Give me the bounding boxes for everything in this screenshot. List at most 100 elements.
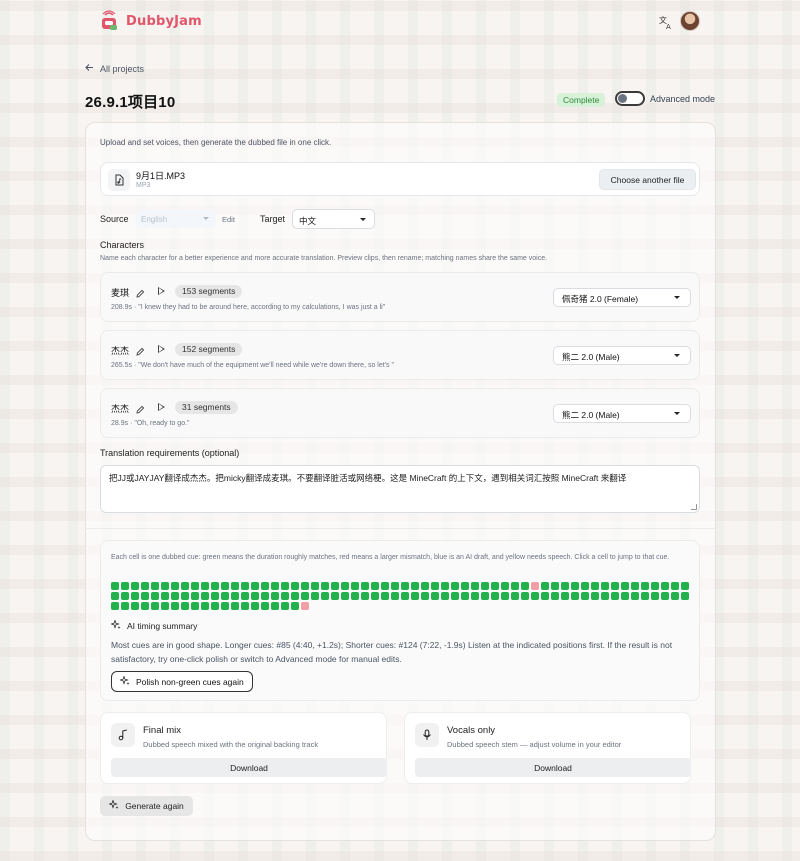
cue-cell[interactable] [291,592,299,600]
cue-cell[interactable] [321,592,329,600]
cue-cell[interactable] [481,592,489,600]
back-link[interactable]: All projects [85,63,144,74]
cue-cell[interactable] [171,582,179,590]
cue-cell[interactable] [271,602,279,610]
cue-cell[interactable] [411,582,419,590]
cue-cell[interactable] [281,592,289,600]
cue-cell[interactable] [371,582,379,590]
translate-icon[interactable]: 文 A [658,14,674,31]
cue-cell[interactable] [111,592,119,600]
cue-cell[interactable] [131,602,139,610]
cue-cell[interactable] [281,602,289,610]
cue-cell[interactable] [651,592,659,600]
cue-cell[interactable] [541,582,549,590]
cue-cell[interactable] [431,592,439,600]
cue-cell[interactable] [451,592,459,600]
cue-cell[interactable] [131,592,139,600]
cue-cell[interactable] [221,582,229,590]
cue-cell[interactable] [531,592,539,600]
cue-cell[interactable] [361,592,369,600]
cue-cell[interactable] [181,582,189,590]
cue-cell[interactable] [191,592,199,600]
generate-again-button[interactable]: Generate again [100,796,193,816]
cue-cell[interactable] [251,582,259,590]
cue-cell[interactable] [261,592,269,600]
source-language-select[interactable]: English [136,210,216,228]
cue-cell[interactable] [411,592,419,600]
cue-cell[interactable] [441,582,449,590]
cue-cell[interactable] [161,602,169,610]
cue-cell[interactable] [381,592,389,600]
cue-cell[interactable] [541,592,549,600]
cue-cell[interactable] [111,582,119,590]
cue-cell[interactable] [301,602,309,610]
cue-cell[interactable] [321,582,329,590]
cue-cell[interactable] [151,592,159,600]
cue-cell[interactable] [661,582,669,590]
cue-cell[interactable] [241,582,249,590]
cue-cell[interactable] [521,582,529,590]
cue-cell[interactable] [601,582,609,590]
cue-cell[interactable] [221,592,229,600]
cue-cell[interactable] [631,582,639,590]
cue-cell[interactable] [171,592,179,600]
cue-cell[interactable] [161,592,169,600]
cue-cell[interactable] [291,582,299,590]
cue-cell[interactable] [631,592,639,600]
cue-cell[interactable] [451,582,459,590]
resize-handle-icon[interactable] [691,504,697,510]
cue-cell[interactable] [461,592,469,600]
cue-cell[interactable] [471,582,479,590]
cue-cell[interactable] [271,582,279,590]
cue-cell[interactable] [271,592,279,600]
pencil-icon[interactable] [135,402,145,414]
logo[interactable]: DubbyJam [98,10,202,32]
cue-cell[interactable] [191,602,199,610]
cue-cell[interactable] [621,592,629,600]
pencil-icon[interactable] [135,344,145,356]
cue-cell[interactable] [161,582,169,590]
cue-cell[interactable] [351,582,359,590]
cue-cell[interactable] [231,602,239,610]
cue-cell[interactable] [141,592,149,600]
cue-cell[interactable] [671,582,679,590]
cue-cell[interactable] [621,582,629,590]
voice-select[interactable]: 佩奇猪 2.0 (Female) [553,288,691,307]
cue-cell[interactable] [531,582,539,590]
cue-cell[interactable] [611,582,619,590]
cue-cell[interactable] [511,582,519,590]
cue-cell[interactable] [251,602,259,610]
cue-cell[interactable] [681,582,689,590]
cue-cell[interactable] [191,582,199,590]
cue-cell[interactable] [241,602,249,610]
cue-cell[interactable] [501,582,509,590]
cue-cell[interactable] [391,592,399,600]
cue-cell[interactable] [211,582,219,590]
cue-cell[interactable] [391,582,399,590]
cue-cell[interactable] [351,592,359,600]
cue-cell[interactable] [641,582,649,590]
cue-cell[interactable] [641,592,649,600]
cue-cell[interactable] [491,592,499,600]
cue-cell[interactable] [141,582,149,590]
cue-cell[interactable] [461,582,469,590]
cue-cell[interactable] [141,602,149,610]
cue-cell[interactable] [491,582,499,590]
cue-cell[interactable] [361,582,369,590]
cue-cell[interactable] [471,592,479,600]
cue-cell[interactable] [521,592,529,600]
avatar[interactable] [680,11,700,31]
cue-cell[interactable] [331,592,339,600]
cue-cell[interactable] [661,592,669,600]
target-language-select[interactable]: 中文 [292,209,375,229]
play-icon[interactable] [158,287,165,295]
cue-cell[interactable] [441,592,449,600]
advanced-mode-toggle[interactable] [615,91,645,106]
cue-cell[interactable] [571,592,579,600]
cue-cell[interactable] [681,592,689,600]
cue-cell[interactable] [591,582,599,590]
cue-cell[interactable] [261,602,269,610]
edit-source-link[interactable]: Edit [222,215,235,224]
cue-cell[interactable] [371,592,379,600]
translation-textarea[interactable]: 把JJ或JAYJAY翻译成杰杰。把micky翻译成麦琪。不要翻译脏活或网络梗。这… [100,465,700,513]
